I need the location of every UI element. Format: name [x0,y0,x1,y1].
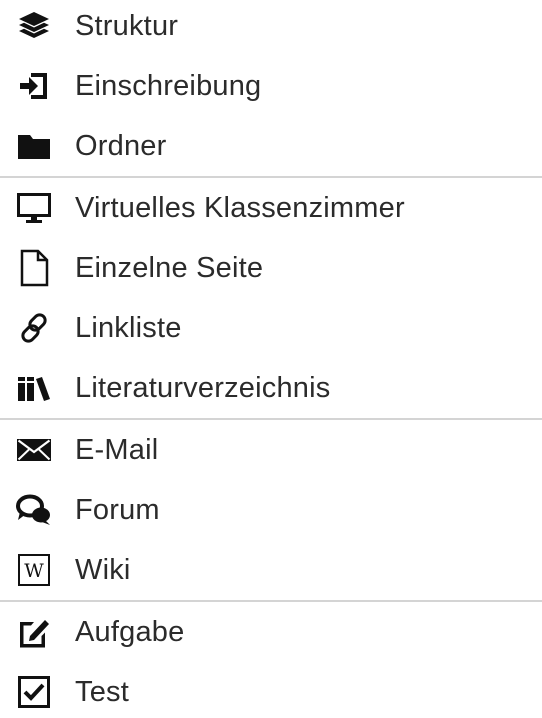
menu-item-label: Literaturverzeichnis [75,372,331,404]
menu-item-label: Forum [75,494,160,526]
comments-icon [10,486,58,534]
file-icon [10,244,58,292]
menu-item-linkliste[interactable]: Linkliste [0,302,542,354]
link-icon [10,304,58,352]
folder-icon [10,122,58,170]
menu-item-test[interactable]: Test [0,666,542,718]
menu-item-wiki[interactable]: W Wiki [0,544,542,596]
menu-item-ordner[interactable]: Ordner [0,120,542,172]
menu-item-einschreibung[interactable]: Einschreibung [0,60,542,112]
menu-item-einzelne-seite[interactable]: Einzelne Seite [0,242,542,294]
group-divider [0,600,542,602]
menu-item-label: Ordner [75,130,167,162]
activity-menu: Struktur Einschreibung Ordner Virtuelles… [0,0,542,713]
menu-item-literaturverzeichnis[interactable]: Literaturverzeichnis [0,362,542,414]
menu-item-e-mail[interactable]: E-Mail [0,424,542,476]
group-divider [0,176,542,178]
svg-text:W: W [24,560,44,582]
group-divider [0,418,542,420]
menu-item-label: Test [75,676,129,708]
envelope-icon [10,426,58,474]
menu-item-label: Struktur [75,10,179,42]
menu-item-label: Linkliste [75,312,182,344]
menu-item-label: Virtuelles Klassenzimmer [75,192,405,224]
menu-item-label: Aufgabe [75,616,185,648]
menu-item-label: Einzelne Seite [75,252,264,284]
menu-item-struktur[interactable]: Struktur [0,0,542,52]
layers-icon [10,2,58,50]
edit-icon [10,608,58,656]
wiki-icon: W [10,546,58,594]
menu-item-aufgabe[interactable]: Aufgabe [0,606,542,658]
monitor-icon [10,184,58,232]
menu-item-virtuelles-klassenzimmer[interactable]: Virtuelles Klassenzimmer [0,182,542,234]
menu-item-forum[interactable]: Forum [0,484,542,536]
menu-item-label: Wiki [75,554,131,586]
menu-item-label: E-Mail [75,434,159,466]
sign-in-icon [10,62,58,110]
books-icon [10,364,58,412]
checkbox-icon [10,668,58,716]
menu-item-label: Einschreibung [75,70,262,102]
